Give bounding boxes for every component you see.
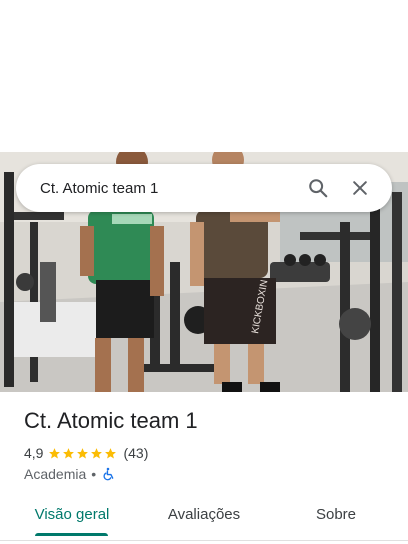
tab-reviews[interactable]: Avaliações: [156, 496, 252, 532]
tabs-divider: [0, 540, 408, 541]
place-tabs: Visão geral Avaliações Sobre: [0, 496, 408, 540]
separator-dot: •: [91, 466, 97, 482]
search-bar[interactable]: Ct. Atomic team 1: [16, 164, 392, 212]
blank-header-area: [0, 0, 408, 152]
tab-overview[interactable]: Visão geral: [24, 496, 120, 532]
star-icon: [77, 447, 89, 458]
wheelchair-accessible-icon[interactable]: [101, 467, 115, 481]
active-tab-indicator: [35, 533, 108, 536]
place-name: Ct. Atomic team 1: [24, 408, 198, 433]
star-icon: [49, 447, 61, 458]
rating-row[interactable]: 4,9 (43): [24, 444, 148, 462]
star-icon: [91, 447, 103, 458]
star-icon: [63, 447, 75, 458]
search-input[interactable]: Ct. Atomic team 1: [40, 180, 294, 197]
category-row: Academia •: [24, 465, 115, 483]
place-category: Academia: [24, 466, 87, 482]
search-icon[interactable]: [300, 170, 336, 206]
rating-stars: [48, 447, 118, 460]
rating-value: 4,9: [24, 445, 44, 461]
review-count[interactable]: (43): [123, 445, 148, 461]
tab-about[interactable]: Sobre: [290, 496, 382, 532]
star-icon: [105, 447, 117, 458]
close-icon[interactable]: [342, 170, 378, 206]
